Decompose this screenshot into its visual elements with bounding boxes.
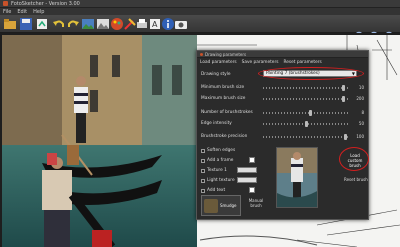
reset-parameters-link[interactable]: Reset parameters — [283, 60, 321, 65]
dialog-title-bar: Drawing parameters — [197, 51, 368, 58]
source-photo — [2, 35, 197, 247]
light-texture-check[interactable]: Light texture — [201, 177, 235, 184]
load-custom-brush-button[interactable]: Load custom brush — [344, 153, 366, 168]
slider-label: Brushstroke precision — [201, 133, 248, 139]
dialog-title: Drawing parameters — [205, 51, 247, 57]
camera-icon[interactable] — [174, 17, 188, 31]
svg-text:A: A — [152, 20, 158, 29]
menu-file[interactable]: File — [3, 9, 11, 15]
title-bar: FotoSketcher - Version 3.00 — [0, 0, 400, 8]
check-label: Light texture — [207, 178, 235, 183]
menu-help[interactable]: Help — [33, 9, 44, 15]
smudge-label: Smudge — [220, 203, 237, 208]
drawing-style-row: Drawing style Painting 7 (brushstrokes) … — [201, 67, 364, 80]
check-label: Texture 1 — [207, 168, 227, 173]
info-icon[interactable] — [161, 17, 175, 31]
slider-knob[interactable] — [344, 134, 348, 140]
text-icon[interactable]: A — [148, 17, 162, 31]
dialog-links: Load parameters Save parameters Reset pa… — [197, 58, 368, 67]
slider-knob[interactable] — [342, 85, 346, 91]
checkbox[interactable] — [201, 178, 205, 183]
slider-row: Edge intensity 50 — [201, 119, 364, 127]
dialog-icon — [200, 52, 203, 56]
menu-edit[interactable]: Edit — [17, 9, 27, 15]
save-parameters-link[interactable]: Save parameters — [242, 60, 279, 65]
brush-preview — [276, 147, 318, 208]
slider-label: Number of brushstrokes — [201, 109, 253, 115]
open-icon[interactable] — [3, 17, 17, 31]
slider-knob[interactable] — [305, 121, 308, 127]
slider-row: Maximum brush size 200 — [201, 94, 364, 102]
frame-color-swatch[interactable] — [249, 157, 255, 163]
checkbox[interactable] — [201, 168, 205, 173]
slider-value: 8 — [361, 109, 364, 115]
slider-label: Edge intensity — [201, 120, 232, 126]
slider-label: Maximum brush size — [201, 95, 246, 101]
undo-icon[interactable] — [52, 17, 66, 31]
slider-row: Number of brushstrokes 8 — [201, 108, 364, 116]
slider-label: Minimum brush size — [201, 84, 245, 90]
smudge-button[interactable]: Smudge — [201, 195, 241, 216]
paint-icon[interactable] — [110, 17, 124, 31]
slider-value: 200 — [356, 95, 364, 101]
slider-value: 10 — [358, 84, 364, 90]
photo-icon[interactable] — [81, 17, 95, 31]
print-icon[interactable] — [135, 17, 149, 31]
soften-edges-check[interactable]: Soften edges — [201, 147, 235, 154]
text-color-swatch[interactable] — [249, 187, 255, 193]
max-brush-size-slider[interactable] — [263, 96, 350, 102]
manual-brush-button[interactable]: Manual brush — [244, 198, 268, 213]
drawing-style-label: Drawing style — [201, 71, 231, 77]
redo-icon[interactable] — [66, 17, 80, 31]
reset-brush-button[interactable]: Reset brush — [344, 177, 370, 184]
hand-icon — [204, 198, 218, 213]
photo2-icon[interactable] — [96, 17, 110, 31]
texture-check[interactable]: Texture 1 — [201, 167, 227, 174]
check-label: Add a frame — [207, 158, 234, 163]
slider-row: Brushstroke precision 100 — [201, 132, 364, 140]
add-text-check[interactable]: Add text — [201, 187, 225, 194]
slider-knob[interactable] — [309, 110, 313, 116]
slider-value: 50 — [358, 120, 364, 126]
check-label: Soften edges — [207, 148, 236, 153]
add-frame-check[interactable]: Add a frame — [201, 157, 233, 164]
checkbox[interactable] — [201, 188, 205, 193]
light-texture-select[interactable] — [237, 177, 257, 183]
slider-row: Minimum brush size 10 — [201, 83, 364, 91]
highlight-ring — [258, 67, 364, 80]
checkbox[interactable] — [201, 148, 205, 153]
min-brush-size-slider[interactable] — [263, 85, 350, 91]
checkbox[interactable] — [201, 158, 205, 163]
toolbar: A — [0, 15, 400, 44]
export-icon[interactable] — [35, 17, 49, 31]
edge-intensity-slider[interactable] — [263, 121, 350, 127]
slider-value: 100 — [356, 133, 364, 139]
check-label: Add text — [207, 188, 226, 193]
brushstrokes-slider[interactable] — [263, 110, 350, 116]
texture-select[interactable] — [237, 167, 257, 173]
menu-bar: File Edit Help — [0, 8, 400, 15]
slider-knob[interactable] — [342, 96, 346, 102]
app-icon — [3, 1, 8, 6]
save-icon[interactable] — [19, 17, 33, 31]
drawing-parameters-dialog: Drawing parameters Load parameters Save … — [196, 50, 369, 220]
window-title: FotoSketcher - Version 3.00 — [11, 0, 80, 7]
precision-slider[interactable] — [263, 134, 350, 140]
load-parameters-link[interactable]: Load parameters — [200, 60, 237, 65]
